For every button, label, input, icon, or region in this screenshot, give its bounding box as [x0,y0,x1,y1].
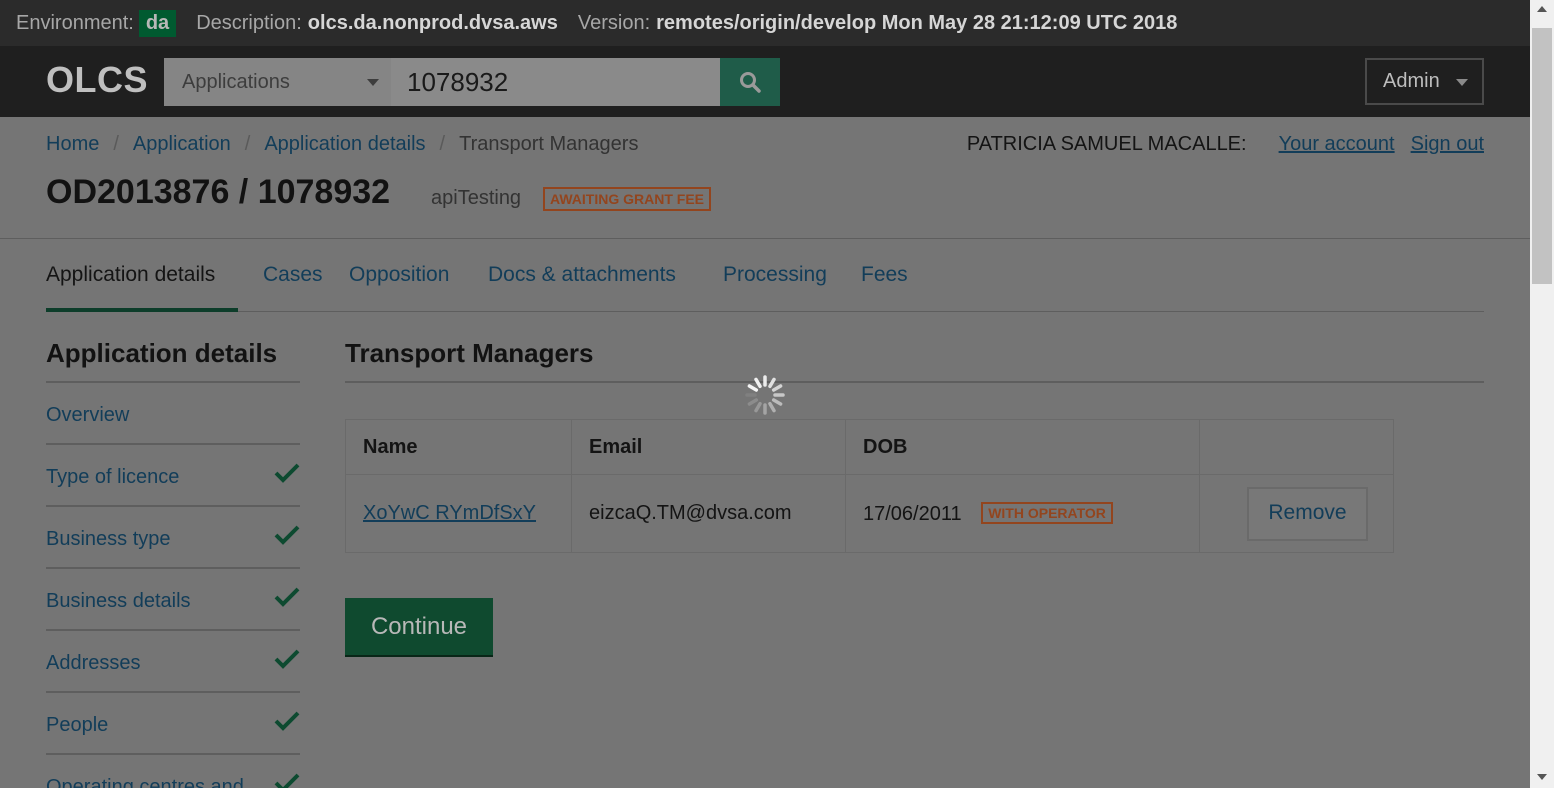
column-header-dob: DOB [845,419,1200,475]
sidebar-item-label: Operating centres and [46,775,244,788]
tab-application-details[interactable]: Application details [46,263,215,287]
user-name: PATRICIA SAMUEL MACALLE: [966,133,1247,155]
dob-value: 17/06/2011 [863,502,962,525]
section-heading: Transport Managers [345,338,1484,383]
sidebar-item-operating-centres[interactable]: Operating centres and [46,755,300,788]
olcs-logo[interactable]: OLCS [46,59,148,101]
sidebar-item-label: Type of licence [46,465,180,488]
cell-name: XoYwC RYmDfSxY [345,474,572,553]
scroll-down-icon[interactable] [1537,774,1547,780]
check-icon [274,525,300,545]
search-icon [740,72,761,93]
version-value: remotes/origin/develop Mon May 28 21:12:… [656,11,1178,34]
sidebar-item-type-of-licence[interactable]: Type of licence [46,445,300,507]
sidebar-item-business-type[interactable]: Business type [46,507,300,569]
environment-value: da [138,9,177,37]
page-header: Home / Application / Application details… [0,117,1530,239]
chevron-down-icon [367,79,379,86]
environment-label: Environment: [16,11,134,34]
cell-dob: 17/06/2011 WITH OPERATOR [845,474,1200,553]
check-icon [274,649,300,669]
user-bar: PATRICIA SAMUEL MACALLE: Your account Si… [967,133,1484,156]
breadcrumb-application-details[interactable]: Application details [264,133,425,156]
status-badge: WITH OPERATOR [981,501,1113,524]
sidebar-item-addresses[interactable]: Addresses [46,631,300,693]
check-icon [274,773,300,788]
column-header-name: Name [345,419,572,475]
breadcrumb-current: Transport Managers [459,133,639,155]
remove-button[interactable]: Remove [1247,486,1368,541]
page-title: OD2013876 / 1078932 [46,173,391,211]
tab-opposition[interactable]: Opposition [349,263,449,287]
tab-cases[interactable]: Cases [263,263,323,287]
chevron-down-icon [1456,79,1468,86]
table-row: XoYwC RYmDfSxY eizcaQ.TM@dvsa.com 17/06/… [345,474,1394,553]
tab-docs-attachments[interactable]: Docs & attachments [488,263,676,287]
scrollbar-thumb[interactable] [1532,28,1552,284]
status-badge: AWAITING GRANT FEE [543,187,711,211]
sidebar-item-label: Business details [46,589,191,612]
cell-email: eizcaQ.TM@dvsa.com [571,474,846,553]
page-subtitle: apiTesting [431,187,522,209]
column-header-email: Email [571,419,846,475]
breadcrumb-home[interactable]: Home [46,133,99,156]
breadcrumb: Home / Application / Application details… [46,133,639,156]
loading-spinner-icon [745,375,785,415]
search-type-value: Applications [182,70,290,93]
description-value: olcs.da.nonprod.dvsa.aws [307,11,558,34]
sidebar-item-business-details[interactable]: Business details [46,569,300,631]
scroll-up-icon[interactable] [1537,6,1547,12]
cell-actions: Remove [1199,474,1394,553]
search-type-select[interactable]: Applications [164,58,391,106]
version-label: Version: [577,11,651,34]
sidebar-item-label: Business type [46,527,171,550]
sidebar-item-label: People [46,713,109,736]
sign-out-link[interactable]: Sign out [1411,133,1484,156]
check-icon [274,463,300,483]
continue-button[interactable]: Continue [345,598,493,657]
tab-processing[interactable]: Processing [723,263,827,287]
search-button[interactable] [720,58,780,106]
sidebar-item-label: Overview [46,403,130,426]
column-header-actions [1199,419,1394,475]
admin-menu-button[interactable]: Admin [1365,58,1484,105]
site-header: OLCS Applications Admin [0,46,1530,117]
sidebar-item-overview[interactable]: Overview [46,383,300,445]
transport-managers-table: Name Email DOB XoYwC RYmDfSxY eizcaQ.TM@… [345,419,1394,553]
search-input[interactable] [391,58,720,106]
page-scrollbar[interactable] [1530,0,1554,788]
transport-manager-link[interactable]: XoYwC RYmDfSxY [363,502,536,524]
tab-fees[interactable]: Fees [861,263,908,287]
main-content: Transport Managers Name Email DOB XoYwC … [345,312,1484,657]
admin-label: Admin [1383,70,1440,92]
sidebar-item-people[interactable]: People [46,693,300,755]
check-icon [274,711,300,731]
tab-bar: Application details Cases Opposition Doc… [46,239,1484,312]
your-account-link[interactable]: Your account [1279,133,1395,156]
environment-bar: Environment: da Description: olcs.da.non… [0,0,1530,46]
breadcrumb-application[interactable]: Application [133,133,231,156]
description-label: Description: [196,11,302,34]
sidebar-heading: Application details [46,338,300,383]
check-icon [274,587,300,607]
sidebar-item-label: Addresses [46,651,141,674]
sidebar-nav: Application details Overview Type of lic… [46,312,300,788]
